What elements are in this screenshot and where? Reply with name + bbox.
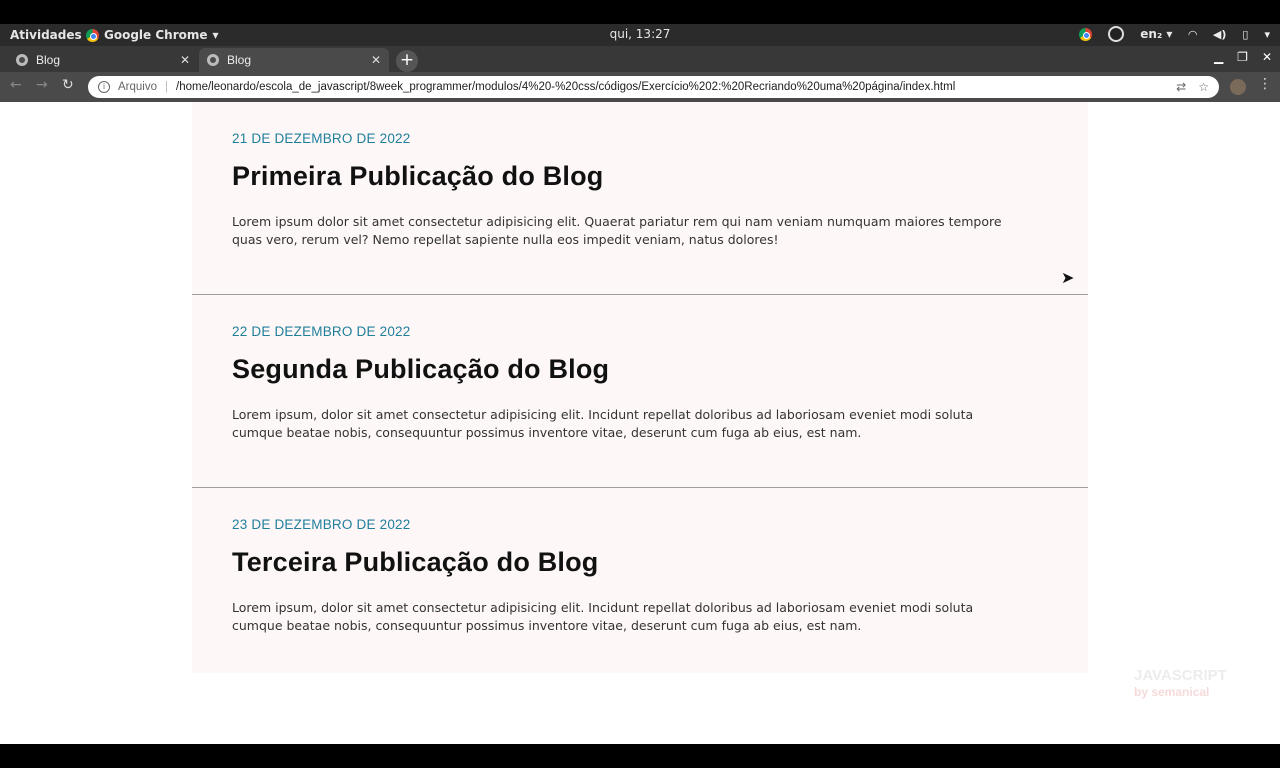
globe-icon [16, 54, 28, 66]
info-icon[interactable]: i [98, 81, 110, 93]
scheme-separator: | [165, 81, 168, 93]
wifi-icon[interactable]: ◠ [1188, 28, 1196, 41]
volume-icon[interactable]: ◀) [1213, 28, 1227, 41]
restore-icon[interactable]: ❐ [1237, 50, 1248, 64]
globe-icon [207, 54, 219, 66]
bookmark-star-icon[interactable]: ☆ [1198, 80, 1209, 94]
app-menu[interactable]: Google Chrome ▾ [86, 28, 219, 42]
back-arrow-icon[interactable]: ← [10, 77, 22, 93]
post-title: Terceira Publicação do Blog [232, 547, 599, 577]
new-tab-button[interactable]: + [396, 50, 418, 72]
system-tray: en₂ ▾ ◠ ◀) ▯ ▾ [1079, 26, 1270, 42]
browser-toolbar: ← → ↻ i Arquivo | /home/leonardo/escola_… [0, 72, 1280, 102]
post-title: Primeira Publicação do Blog [232, 161, 604, 191]
watermark-line-1: JAVASCRIPT [1134, 667, 1227, 684]
chrome-tray-icon[interactable] [1079, 27, 1093, 41]
battery-icon[interactable]: ▯ [1242, 28, 1248, 41]
post-title: Segunda Publicação do Blog [232, 354, 610, 384]
chrome-icon [86, 28, 99, 42]
system-top-bar: Atividades Google Chrome ▾ qui, 13:27 en… [0, 24, 1280, 46]
close-tab-icon[interactable]: ✕ [180, 53, 190, 67]
window-controls: ▁ ❐ ✕ [1214, 50, 1272, 64]
watermark-line-2: by semanical [1134, 685, 1210, 699]
app-menu-label: Google Chrome [104, 28, 208, 42]
blog-container: 21 DE DEZEMBRO DE 2022 Primeira Publicaç… [192, 102, 1088, 673]
chevron-down-icon: ▾ [212, 28, 219, 42]
tab-title: Blog [36, 53, 61, 67]
url-text[interactable]: /home/leonardo/escola_de_javascript/8wee… [176, 81, 1164, 93]
blog-post: 22 DE DEZEMBRO DE 2022 Segunda Publicaçã… [192, 295, 1088, 488]
close-window-icon[interactable]: ✕ [1262, 50, 1272, 64]
kebab-menu-icon[interactable]: ⋮ [1258, 76, 1272, 92]
blog-post: 21 DE DEZEMBRO DE 2022 Primeira Publicaç… [192, 102, 1088, 295]
scheme-label: Arquivo [118, 81, 157, 93]
post-date: 22 DE DEZEMBRO DE 2022 [232, 324, 411, 339]
post-date: 21 DE DEZEMBRO DE 2022 [232, 131, 411, 146]
watermark-logo: JAVASCRIPT by semanical [1134, 668, 1227, 700]
post-date: 23 DE DEZEMBRO DE 2022 [232, 517, 411, 532]
language-label: en₂ [1140, 27, 1163, 41]
avatar[interactable] [1230, 79, 1246, 95]
post-body: Lorem ipsum, dolor sit amet consectetur … [232, 600, 974, 633]
page-viewport[interactable]: 21 DE DEZEMBRO DE 2022 Primeira Publicaç… [0, 102, 1280, 744]
address-bar[interactable]: i Arquivo | /home/leonardo/escola_de_jav… [88, 76, 1219, 98]
obs-tray-icon[interactable] [1108, 26, 1125, 42]
system-menu-chevron-icon[interactable]: ▾ [1264, 28, 1270, 41]
blog-post: 23 DE DEZEMBRO DE 2022 Terceira Publicaç… [192, 488, 1088, 681]
tab-strip: Blog ✕ Blog ✕ + ▁ ❐ ✕ [0, 46, 1280, 72]
tab-blog-2[interactable]: Blog ✕ [199, 48, 389, 72]
activities-button[interactable]: Atividades [10, 28, 82, 42]
post-body: Lorem ipsum dolor sit amet consectetur a… [232, 214, 1002, 247]
forward-arrow-icon[interactable]: → [36, 77, 48, 93]
mouse-cursor-icon: ➤ [1061, 268, 1075, 287]
letterbox-bottom [0, 744, 1280, 768]
reload-icon[interactable]: ↻ [62, 77, 74, 93]
tab-title: Blog [227, 53, 252, 67]
minimize-icon[interactable]: ▁ [1214, 50, 1223, 64]
language-indicator[interactable]: en₂ ▾ [1140, 27, 1172, 41]
translate-icon[interactable]: ⇄ [1176, 80, 1186, 94]
close-tab-icon[interactable]: ✕ [371, 53, 381, 67]
tab-blog-1[interactable]: Blog ✕ [8, 48, 198, 72]
post-body: Lorem ipsum, dolor sit amet consectetur … [232, 407, 974, 440]
